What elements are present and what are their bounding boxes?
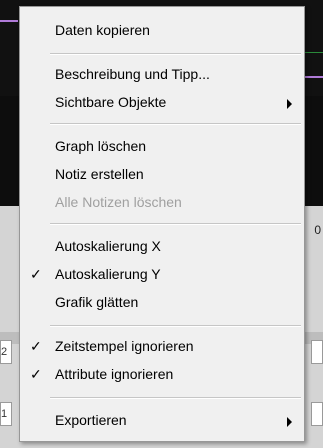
menu-item-beschreibung-und-tipp[interactable]: Beschreibung und Tipp...	[20, 63, 304, 87]
menu-separator	[50, 123, 301, 125]
graph-trace	[0, 20, 18, 22]
menu-item-label: Autoskalierung X	[55, 238, 161, 254]
menu-item-label: Sichtbare Objekte	[55, 94, 167, 110]
checkmark-icon: ✓	[30, 266, 42, 282]
submenu-arrow-icon	[287, 99, 292, 109]
menu-item-label: Exportieren	[55, 412, 127, 428]
submenu-arrow-icon	[287, 417, 292, 427]
axis-tick-label: 0	[314, 223, 321, 237]
menu-item-label: Notiz erstellen	[55, 166, 144, 182]
menu-separator	[50, 223, 301, 225]
menu-item-label: Daten kopieren	[55, 22, 150, 38]
table-cell[interactable]: 2	[0, 340, 12, 364]
menu-item-autoskalierung-y[interactable]: ✓ Autoskalierung Y	[20, 263, 304, 287]
table-cell[interactable]	[311, 402, 323, 426]
menu-separator	[50, 397, 301, 399]
menu-item-label: Autoskalierung Y	[55, 266, 161, 282]
menu-item-autoskalierung-x[interactable]: Autoskalierung X	[20, 235, 304, 259]
context-menu: Daten kopieren Beschreibung und Tipp... …	[19, 6, 305, 442]
graph-trace	[305, 76, 323, 78]
menu-separator	[50, 53, 301, 55]
menu-item-daten-kopieren[interactable]: Daten kopieren	[20, 19, 304, 43]
menu-item-label: Graph löschen	[55, 138, 147, 154]
menu-item-label: Beschreibung und Tipp...	[55, 66, 210, 82]
menu-item-exportieren[interactable]: Exportieren	[20, 409, 304, 433]
menu-item-label: Zeitstempel ignorieren	[55, 338, 194, 354]
menu-item-attribute-ignorieren[interactable]: ✓ Attribute ignorieren	[20, 363, 304, 387]
menu-separator	[50, 325, 301, 327]
menu-item-sichtbare-objekte[interactable]: Sichtbare Objekte	[20, 91, 304, 115]
menu-item-label: Attribute ignorieren	[55, 366, 174, 382]
table-cell[interactable]	[311, 340, 323, 364]
menu-item-alle-notizen-loeschen: Alle Notizen löschen	[20, 191, 304, 215]
menu-item-graph-loeschen[interactable]: Graph löschen	[20, 135, 304, 159]
checkmark-icon: ✓	[30, 338, 42, 354]
menu-item-zeitstempel-ignorieren[interactable]: ✓ Zeitstempel ignorieren	[20, 335, 304, 359]
graph-trace	[305, 52, 323, 53]
menu-item-notiz-erstellen[interactable]: Notiz erstellen	[20, 163, 304, 187]
menu-item-grafik-glaetten[interactable]: Grafik glätten	[20, 291, 304, 315]
checkmark-icon: ✓	[30, 366, 42, 382]
menu-item-label: Grafik glätten	[55, 294, 139, 310]
menu-item-label: Alle Notizen löschen	[55, 194, 182, 210]
table-cell[interactable]: 1	[0, 402, 12, 426]
